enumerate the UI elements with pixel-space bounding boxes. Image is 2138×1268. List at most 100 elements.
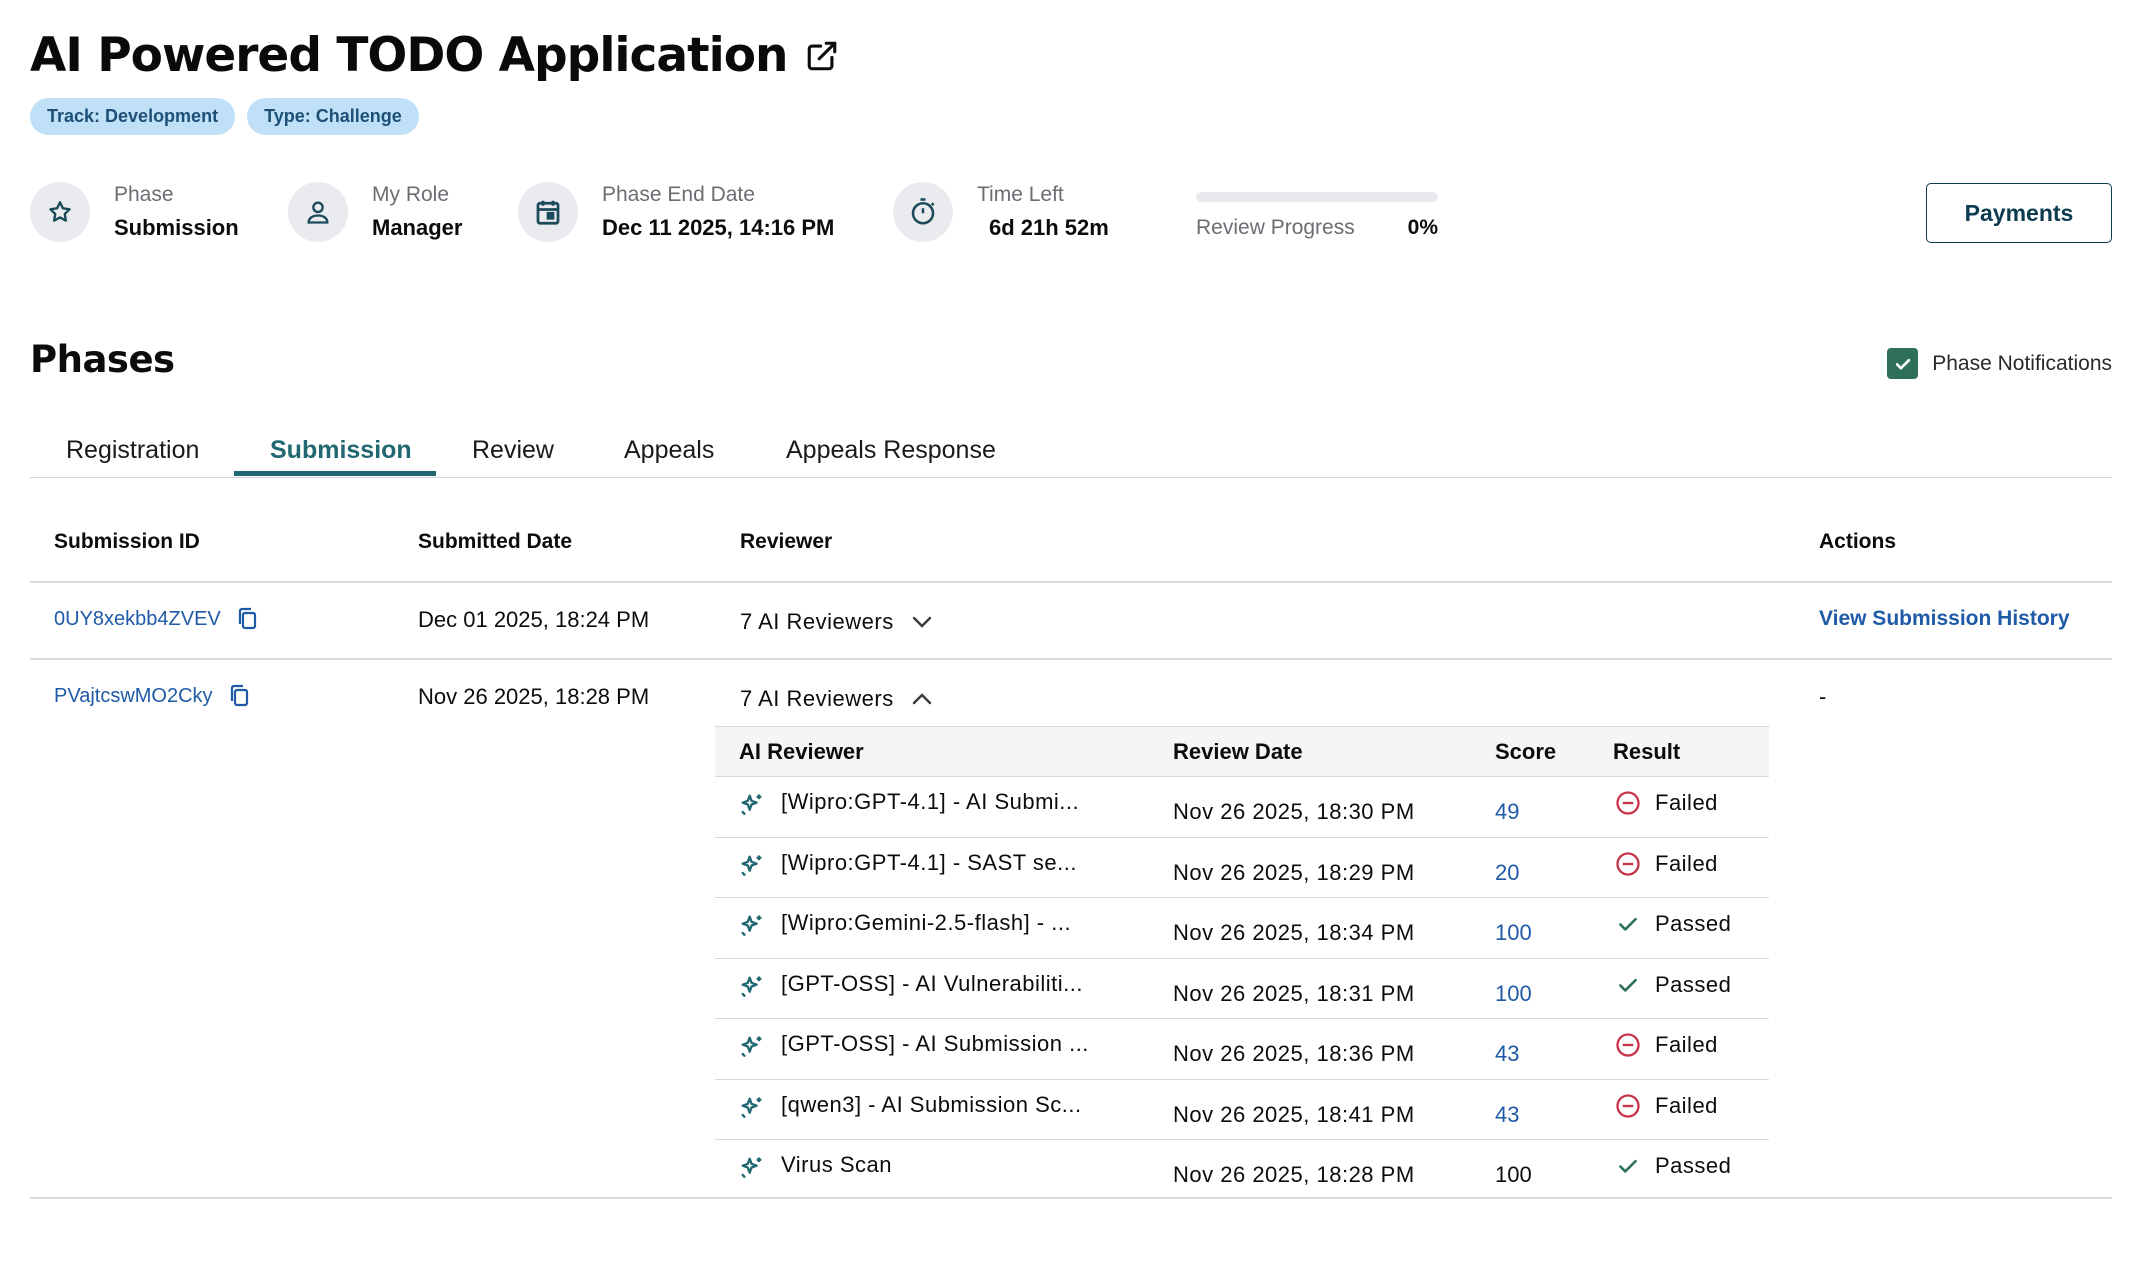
submitted-date-row2: Nov 26 2025, 18:28 PM: [418, 684, 650, 709]
check-icon: [1613, 1151, 1643, 1181]
result: Failed: [1613, 1030, 1718, 1060]
submitted-date-row1: Dec 01 2025, 18:24 PM: [418, 607, 650, 632]
header-result: Result: [1613, 739, 1681, 764]
ai-review-row: [Wipro:GPT-4.1] - AI Submi... Nov 26 2025…: [715, 776, 1769, 837]
sparkle-icon: [738, 912, 766, 945]
score-link[interactable]: 49: [1495, 799, 1519, 825]
fail-icon: [1613, 1030, 1643, 1060]
progress-label: Review Progress: [1196, 216, 1355, 239]
header-review-date: Review Date: [1173, 739, 1303, 764]
result-label: Passed: [1655, 911, 1732, 936]
time-left-info: Time Left 6d 21h 52m: [893, 182, 1109, 242]
sparkle-icon: [738, 973, 766, 1006]
review-date: Nov 26 2025, 18:34 PM: [1173, 920, 1415, 945]
fail-icon: [1613, 1091, 1643, 1121]
role-label: My Role: [372, 183, 450, 206]
phase-notifications[interactable]: Phase Notifications: [1887, 348, 2112, 379]
payments-button[interactable]: Payments: [1926, 183, 2112, 243]
header-submitted-date: Submitted Date: [418, 530, 573, 553]
check-icon: [1613, 909, 1643, 939]
result-label: Failed: [1655, 1092, 1718, 1118]
score-link[interactable]: 100: [1495, 920, 1532, 946]
tab-appeals[interactable]: Appeals: [624, 436, 714, 465]
phase-label: Phase: [114, 183, 174, 206]
external-link-icon[interactable]: [805, 39, 839, 73]
time-left-label: Time Left: [977, 183, 1064, 206]
ai-review-row: [GPT-OSS] - AI Vulnerabiliti... Nov 26 20…: [715, 957, 1769, 1019]
star-icon: [30, 182, 90, 242]
result: Failed: [1613, 1091, 1718, 1121]
reviewers-toggle-row1[interactable]: 7 AI Reviewers: [740, 609, 934, 635]
ai-table-header: AI Reviewer Review Date Score Result: [715, 726, 1769, 776]
header-reviewer: Reviewer: [740, 530, 833, 553]
header-score: Score: [1495, 739, 1557, 764]
type-badge: Type: Challenge: [247, 98, 419, 135]
result-label: Passed: [1655, 971, 1732, 997]
score-link[interactable]: 100: [1495, 981, 1532, 1007]
phase-tabs: Registration Submission Review Appeals A…: [30, 420, 2112, 478]
divider: [30, 1197, 2112, 1199]
tab-review[interactable]: Review: [472, 436, 554, 465]
divider: [30, 581, 2112, 583]
review-progress: Review Progress 0%: [1196, 192, 1438, 240]
stopwatch-icon: [893, 182, 953, 242]
chevron-down-icon[interactable]: [910, 610, 934, 634]
submission-id-link[interactable]: 0UY8xekbb4ZVEV: [54, 608, 221, 631]
view-submission-history-link[interactable]: View Submission History: [1819, 607, 2070, 631]
tab-submission[interactable]: Submission: [270, 436, 412, 465]
score-link: 100: [1495, 1162, 1532, 1187]
notifications-checkbox[interactable]: [1887, 348, 1919, 379]
review-date: Nov 26 2025, 18:29 PM: [1173, 859, 1415, 885]
ai-review-row: [qwen3] - AI Submission Sc... Nov 26 2025…: [715, 1078, 1769, 1140]
ai-reviewer-name: [GPT-OSS] - AI Submission ...: [781, 1031, 1089, 1056]
reviewers-count[interactable]: 7 AI Reviewers: [740, 686, 894, 712]
submission-id-row2[interactable]: PVajtcswMO2Cky: [54, 683, 251, 709]
title-row: AI Powered TODO Application: [30, 28, 839, 83]
notifications-label: Phase Notifications: [1932, 351, 2112, 375]
copy-icon[interactable]: [235, 606, 259, 632]
result-label: Failed: [1655, 790, 1718, 815]
reviewers-toggle-row2[interactable]: 7 AI Reviewers: [740, 686, 934, 712]
review-date: Nov 26 2025, 18:30 PM: [1173, 799, 1415, 824]
copy-icon[interactable]: [227, 683, 251, 709]
phase-value: Submission: [114, 215, 239, 240]
score-link[interactable]: 43: [1495, 1041, 1519, 1067]
fail-icon: [1613, 788, 1643, 818]
sparkle-icon: [738, 1033, 766, 1066]
ai-reviewer-name: [Wipro:GPT-4.1] - AI Submi...: [781, 789, 1080, 814]
user-icon: [288, 182, 348, 242]
submission-id-link[interactable]: PVajtcswMO2Cky: [54, 685, 213, 708]
sparkle-icon: [738, 791, 766, 824]
page-title: AI Powered TODO Application: [30, 28, 788, 83]
review-date: Nov 26 2025, 18:28 PM: [1173, 1162, 1415, 1187]
ai-review-row: [Wipro:GPT-4.1] - SAST se... Nov 26 2025,…: [715, 836, 1769, 898]
ai-reviewer-table: AI Reviewer Review Date Score Result [Wi…: [715, 726, 1769, 1200]
progress-track: [1196, 192, 1438, 202]
calendar-icon: [518, 182, 578, 242]
score-link[interactable]: 43: [1495, 1102, 1519, 1128]
chevron-up-icon[interactable]: [910, 687, 934, 711]
result: Passed: [1613, 909, 1731, 939]
tab-registration[interactable]: Registration: [66, 436, 199, 465]
result-label: Failed: [1655, 1032, 1718, 1057]
time-left-value: 6d 21h 52m: [989, 215, 1109, 240]
score-link[interactable]: 20: [1495, 860, 1519, 886]
active-tab-indicator: [234, 471, 436, 476]
reviewers-count[interactable]: 7 AI Reviewers: [740, 609, 894, 635]
submission-id-row1[interactable]: 0UY8xekbb4ZVEV: [54, 606, 259, 632]
sparkle-icon: [738, 1094, 766, 1127]
tab-appeals-response[interactable]: Appeals Response: [786, 436, 996, 465]
ai-reviewer-name: [GPT-OSS] - AI Vulnerabiliti...: [781, 970, 1084, 996]
role-value: Manager: [372, 215, 463, 240]
result-label: Failed: [1655, 850, 1718, 876]
checkbox-check-icon: [1895, 358, 1910, 369]
track-badge: Track: Development: [30, 98, 236, 135]
fail-icon: [1613, 849, 1643, 879]
review-date: Nov 26 2025, 18:36 PM: [1173, 1041, 1415, 1066]
ai-reviewer-name: [qwen3] - AI Submission Sc...: [781, 1091, 1082, 1117]
ai-review-row: Virus Scan Nov 26 2025, 18:28 PM 100 Passed: [715, 1139, 1769, 1200]
ai-reviewer-name: [Wipro:Gemini-2.5-flash] - ...: [781, 910, 1072, 935]
phases-title: Phases: [30, 338, 175, 381]
ai-review-row: [GPT-OSS] - AI Submission ... Nov 26 2025…: [715, 1018, 1769, 1079]
divider: [30, 658, 2112, 660]
